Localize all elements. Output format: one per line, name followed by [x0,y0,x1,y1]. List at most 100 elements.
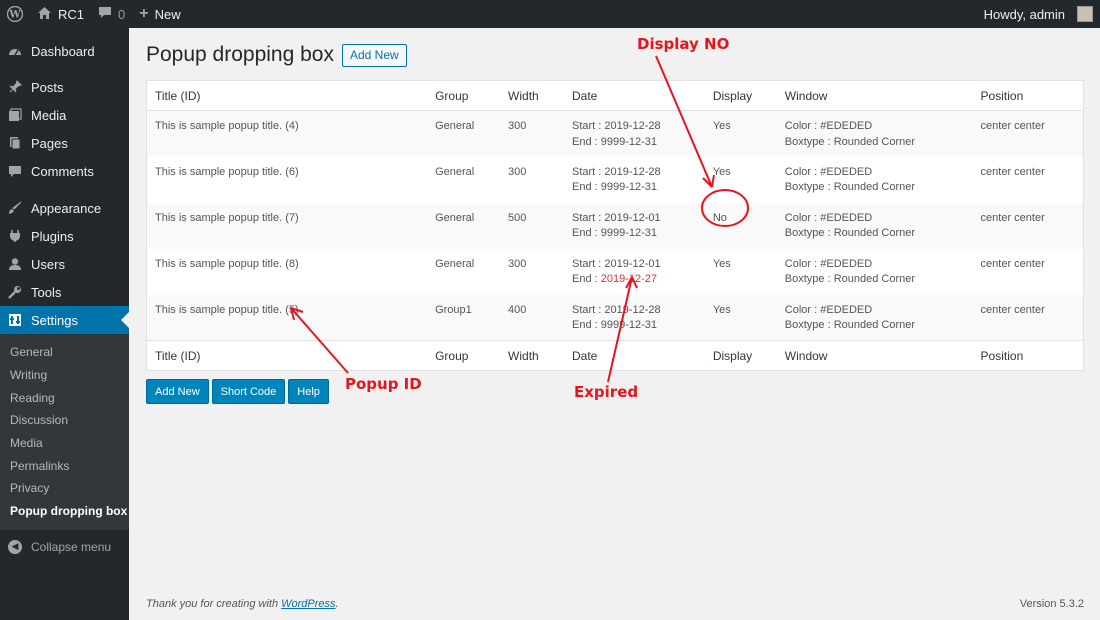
sidebar-item-pages[interactable]: Pages [0,129,129,157]
submenu-item-popup-dropping-box[interactable]: Popup dropping box [0,500,129,523]
cell-title[interactable]: This is sample popup title. (8) [147,249,428,295]
date-end: End : 9999-12-31 [572,226,697,242]
date-end-label: End : [572,227,601,239]
cell-title[interactable]: This is sample popup title. (7) [147,203,428,249]
dashboard-icon [8,44,22,58]
cell-title[interactable]: This is sample popup title. (6) [147,157,428,203]
submenu-item-media[interactable]: Media [0,432,129,455]
settings-icon [8,313,22,327]
footer-thanks-prefix: Thank you for creating with [146,598,282,610]
cell-position: center center [980,257,1045,270]
add-new-button[interactable]: Add New [146,379,209,404]
date-end-label: End : [572,319,601,331]
date-end-value: 9999-12-31 [600,227,658,239]
column-header-window: Window [776,80,973,111]
collapse-arrow-icon: ◀ [8,539,22,554]
sidebar-item-comments[interactable]: Comments [0,157,129,185]
cell-date: Start : 2019-12-28 End : 9999-12-31 [564,111,705,157]
sidebar-item-media[interactable]: Media [0,101,129,129]
window-color: Color : #EDEDED [784,257,873,270]
user-icon [8,257,22,271]
footer-version: Version 5.3.2 [1019,598,1084,610]
column-footer-date: Date [564,340,705,371]
footer-thanks-suffix: . [335,598,339,610]
date-end-value: 9999-12-31 [600,135,658,148]
cell-group: General [435,120,475,132]
help-button[interactable]: Help [288,379,329,404]
sidebar-item-appearance[interactable]: Appearance [0,194,129,222]
column-footer-title: Title (ID) [146,340,428,371]
sidebar-item-tools[interactable]: Tools [0,278,129,306]
column-header-position: Position [972,80,1084,111]
cell-display: Yes [712,257,731,270]
my-account-link[interactable]: Howdy, admin [977,0,1100,28]
cell-date: Start : 2019-12-01 End : 2019-12-27 [564,249,705,295]
cell-width: 300 [508,120,527,132]
home-icon [37,6,52,23]
settings-submenu: General Writing Reading Discussion Media… [0,334,129,530]
date-end-value: 9999-12-31 [600,181,658,193]
cell-title[interactable]: This is sample popup title. (4) [147,111,428,157]
plug-icon [8,229,22,243]
sidebar-item-label: Appearance [31,200,102,216]
submenu-item-privacy[interactable]: Privacy [0,477,129,500]
site-name-link[interactable]: RC1 [30,0,91,28]
collapse-menu-button[interactable]: ◀ Collapse menu [0,533,129,561]
column-header-display: Display [704,80,777,111]
brush-icon [8,201,22,215]
sidebar-item-posts[interactable]: Posts [0,73,129,101]
expired-annotation: Expired [574,383,639,401]
sidebar-item-plugins[interactable]: Plugins [0,222,129,250]
wordpress-link[interactable]: WordPress [281,598,335,610]
admin-bar: W RC1 0 + New Howdy, admin [0,0,1100,28]
date-start: Start : 2019-12-01 [572,257,661,270]
submenu-item-writing[interactable]: Writing [0,364,129,387]
submenu-item-permalinks[interactable]: Permalinks [0,454,129,477]
cell-window: Color : #EDEDED Boxtype : Rounded Corner [777,157,973,203]
short-code-button[interactable]: Short Code [211,379,286,404]
cell-width: 500 [508,211,527,224]
svg-text:W: W [8,10,21,21]
column-footer-window: Window [776,340,973,371]
new-label: New [154,6,181,22]
cell-date: Start : 2019-12-28 End : 9999-12-31 [564,157,705,203]
submenu-item-discussion[interactable]: Discussion [0,409,129,432]
sidebar-item-label: Media [31,107,67,123]
add-new-top-button[interactable]: Add New [342,43,407,67]
window-boxtype: Boxtype : Rounded Corner [784,273,916,285]
table-row[interactable]: This is sample popup title. (8) General … [147,249,1084,295]
howdy-text: Howdy, admin [983,6,1065,22]
column-footer-display: Display [704,340,777,371]
date-start: Start : 2019-12-28 [572,303,661,316]
column-header-date: Date [564,80,705,111]
cell-display: No [712,211,727,224]
avatar [1077,6,1093,22]
cell-window: Color : #EDEDED Boxtype : Rounded Corner [777,295,973,341]
table-row[interactable]: This is sample popup title. (6) General … [147,157,1084,203]
cell-title[interactable]: This is sample popup title. (5) [147,295,428,341]
wordpress-logo-icon[interactable]: W [0,0,30,28]
popup-id-annotation: Popup ID [345,375,422,393]
cell-display: Yes [712,165,731,178]
plus-icon: + [139,5,149,22]
submenu-item-general[interactable]: General [0,341,129,364]
sidebar-item-settings[interactable]: Settings [0,306,129,334]
sidebar-item-dashboard[interactable]: Dashboard [0,37,129,65]
sidebar-item-users[interactable]: Users [0,250,129,278]
window-boxtype: Boxtype : Rounded Corner [784,227,916,239]
window-boxtype: Boxtype : Rounded Corner [784,135,916,148]
new-content-link[interactable]: + New [132,0,187,28]
submenu-item-reading[interactable]: Reading [0,386,129,409]
table-row[interactable]: This is sample popup title. (4) General … [146,110,1084,157]
window-boxtype: Boxtype : Rounded Corner [784,181,916,193]
date-end: End : 2019-12-27 [572,272,697,288]
sidebar-item-label: Posts [31,79,64,95]
cell-width: 300 [508,165,527,178]
comments-link[interactable]: 0 [91,0,132,28]
cell-width: 300 [508,257,527,270]
table-row[interactable]: This is sample popup title. (7) General … [146,202,1084,249]
window-color: Color : #EDEDED [784,165,873,178]
cell-window: Color : #EDEDED Boxtype : Rounded Corner [777,249,973,295]
table-row[interactable]: This is sample popup title. (5) Group1 4… [146,294,1084,341]
date-end: End : 9999-12-31 [572,318,697,334]
